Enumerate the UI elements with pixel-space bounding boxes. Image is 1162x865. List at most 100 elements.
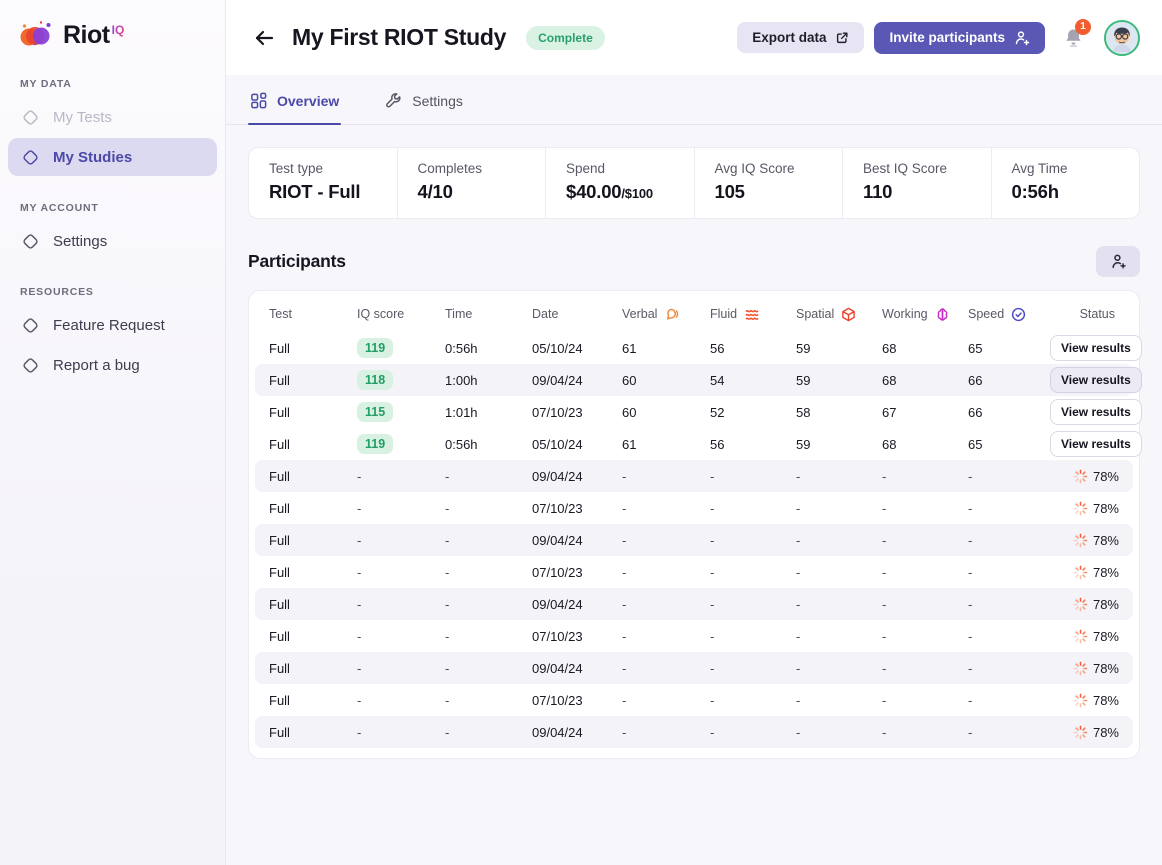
cell-status: 78%: [1050, 597, 1119, 612]
back-button[interactable]: [248, 22, 280, 54]
cell-test: Full: [269, 597, 357, 612]
brand-iq-label: IQ: [112, 23, 125, 37]
cell-working: -: [882, 501, 968, 516]
cell-speed: -: [968, 469, 1050, 484]
progress-percent: 78%: [1093, 533, 1119, 548]
page-header: My First RIOT Study Complete Export data…: [226, 0, 1162, 75]
stat-card-spend: Spend $40.00/$100: [546, 148, 695, 218]
stat-label: Avg IQ Score: [715, 161, 823, 176]
stats-row: Test type RIOT - Full Completes 4/10 Spe…: [248, 147, 1140, 219]
cell-spatial: -: [796, 629, 882, 644]
col-speed: Speed: [968, 307, 1050, 322]
cell-date: 09/04/24: [532, 661, 622, 676]
cell-verbal: -: [622, 725, 710, 740]
sidebar-item-my-tests[interactable]: My Tests: [8, 98, 217, 136]
cell-verbal: 61: [622, 341, 710, 356]
cell-spatial: -: [796, 533, 882, 548]
cell-iq-score: -: [357, 501, 445, 516]
cell-working: -: [882, 597, 968, 612]
cell-date: 09/04/24: [532, 373, 622, 388]
cell-date: 09/04/24: [532, 725, 622, 740]
table-row: Full - - 09/04/24 - - - - -: [255, 588, 1133, 620]
view-results-button[interactable]: View results: [1050, 335, 1142, 361]
cell-status: View results: [1050, 431, 1142, 457]
notification-count-badge: 1: [1075, 19, 1091, 35]
cell-speed: -: [968, 565, 1050, 580]
cell-verbal: 60: [622, 373, 710, 388]
stat-card-avg-time: Avg Time 0:56h: [992, 148, 1140, 218]
cell-fluid: -: [710, 565, 796, 580]
cell-spatial: -: [796, 661, 882, 676]
cell-fluid: -: [710, 629, 796, 644]
sidebar-item-feature-request[interactable]: Feature Request: [8, 306, 217, 344]
view-results-button[interactable]: View results: [1050, 367, 1142, 393]
tab-settings[interactable]: Settings: [383, 75, 465, 124]
stat-card-avg-iq-score: Avg IQ Score 105: [695, 148, 844, 218]
add-participant-button[interactable]: [1096, 246, 1140, 277]
cell-verbal: -: [622, 597, 710, 612]
table-row: Full 115 1:01h 07/10/23 60 52 58 67 66 V…: [255, 396, 1133, 428]
spinner-icon: [1073, 533, 1088, 548]
table-row: Full - - 09/04/24 - - - - -: [255, 524, 1133, 556]
cell-working: 68: [882, 373, 968, 388]
status-badge: Complete: [526, 26, 605, 50]
cell-time: -: [445, 501, 532, 516]
stat-label: Test type: [269, 161, 377, 176]
brand-logo[interactable]: RiotIQ: [0, 18, 225, 52]
cell-fluid: -: [710, 469, 796, 484]
stat-value: 110: [863, 181, 971, 203]
sidebar-item-settings[interactable]: Settings: [8, 222, 217, 260]
content-area: Test type RIOT - Full Completes 4/10 Spe…: [226, 125, 1162, 865]
col-fluid: Fluid: [710, 307, 796, 322]
brand-name: Riot: [63, 21, 110, 49]
invite-participants-button[interactable]: Invite participants: [874, 22, 1045, 54]
cell-fluid: -: [710, 501, 796, 516]
sidebar-section-label: RESOURCES: [20, 286, 225, 298]
spinner-icon: [1073, 629, 1088, 644]
table-header-row: Test IQ score Time Date Verbal Fluid: [255, 296, 1133, 332]
cell-speed: 65: [968, 341, 1050, 356]
grid-icon: [250, 92, 267, 109]
cell-time: -: [445, 725, 532, 740]
export-data-button[interactable]: Export data: [737, 22, 864, 53]
table-row: Full - - 07/10/23 - - - - -: [255, 492, 1133, 524]
sidebar-item-report-a-bug[interactable]: Report a bug: [8, 346, 217, 384]
cell-date: 07/10/23: [532, 693, 622, 708]
tab-overview[interactable]: Overview: [248, 75, 341, 124]
cell-test: Full: [269, 725, 357, 740]
diamond-icon: [21, 316, 40, 335]
cell-status: View results: [1050, 367, 1142, 393]
back-arrow-icon: [252, 26, 276, 50]
cell-iq-score: -: [357, 533, 445, 548]
stat-label: Avg Time: [1012, 161, 1120, 176]
cell-test: Full: [269, 405, 357, 420]
diamond-icon: [21, 148, 40, 167]
cell-status: 78%: [1050, 629, 1119, 644]
cell-test: Full: [269, 373, 357, 388]
col-status: Status: [1050, 307, 1119, 321]
sidebar-item-my-studies[interactable]: My Studies: [8, 138, 217, 176]
col-spatial: Spatial: [796, 307, 882, 322]
speed-gauge-icon: [1011, 307, 1026, 322]
cell-test: Full: [269, 693, 357, 708]
spinner-icon: [1073, 693, 1088, 708]
cell-status: 78%: [1050, 469, 1119, 484]
cell-spatial: 59: [796, 341, 882, 356]
cell-working: -: [882, 629, 968, 644]
cell-test: Full: [269, 661, 357, 676]
notifications-button[interactable]: 1: [1063, 27, 1084, 49]
main-area: My First RIOT Study Complete Export data…: [226, 0, 1162, 865]
progress-status: 78%: [1073, 501, 1119, 516]
cell-working: -: [882, 725, 968, 740]
page-title: My First RIOT Study: [292, 24, 506, 51]
user-avatar[interactable]: [1104, 20, 1140, 56]
sidebar: RiotIQ MY DATA My Tests My Studies MY AC…: [0, 0, 226, 865]
table-row: Full - - 09/04/24 - - - - -: [255, 460, 1133, 492]
cell-time: 1:01h: [445, 405, 532, 420]
col-time: Time: [445, 307, 532, 321]
cell-date: 07/10/23: [532, 501, 622, 516]
cell-verbal: -: [622, 565, 710, 580]
view-results-button[interactable]: View results: [1050, 431, 1142, 457]
view-results-button[interactable]: View results: [1050, 399, 1142, 425]
cell-spatial: -: [796, 501, 882, 516]
